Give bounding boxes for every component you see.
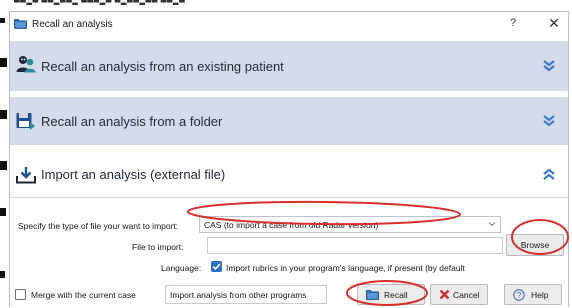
- section-existing-patient[interactable]: Recall an analysis from an existing pati…: [10, 41, 568, 91]
- chevron-double-up-icon[interactable]: [542, 169, 556, 181]
- cancel-button[interactable]: Cancel: [430, 284, 488, 305]
- recall-button[interactable]: Recall: [357, 284, 425, 305]
- file-type-select[interactable]: CAS (to import a case from old Radar ver…: [199, 216, 501, 233]
- file-to-import-field[interactable]: [207, 237, 503, 254]
- title-bar: Recall an analysis ? ✕: [10, 12, 568, 37]
- language-checkbox[interactable]: [211, 261, 222, 272]
- recall-button-label: Recall: [384, 290, 408, 300]
- svg-text:?: ?: [517, 291, 522, 300]
- dialog-title: Recall an analysis: [32, 19, 113, 30]
- chevron-double-down-icon[interactable]: [542, 60, 556, 72]
- help-button-label: Help: [531, 290, 549, 300]
- chevron-down-icon: [488, 222, 496, 227]
- language-label: Language:: [161, 263, 202, 273]
- close-button[interactable]: ✕: [546, 15, 562, 32]
- browse-button[interactable]: Browse: [506, 234, 564, 256]
- recall-analysis-dialog: Recall an analysis ? ✕ Recall an analysi…: [9, 11, 569, 308]
- divider: [10, 197, 568, 198]
- section-from-folder[interactable]: Recall an analysis from a folder: [10, 97, 568, 145]
- comment-field[interactable]: [165, 285, 327, 304]
- cancel-button-label: Cancel: [453, 290, 480, 300]
- background-app-text: ▀▀▄▀ ▀▀▄▀▀▄ ▀▀▀▄▀ ▀▄▀▀▄▀▀ ▀▀▄▀: [14, 0, 186, 5]
- folder-icon: [366, 290, 379, 300]
- file-to-import-label: File to import:: [132, 242, 184, 252]
- import-tray-icon: [16, 167, 36, 184]
- help-button[interactable]: ? Help: [504, 284, 562, 305]
- file-type-value: CAS (to import a case from old Radar ver…: [204, 220, 379, 230]
- language-option-text: Import rubrics in your program's languag…: [226, 263, 465, 273]
- file-type-label: Specify the type of file your want to im…: [18, 221, 179, 231]
- checkmark-icon: [212, 263, 221, 271]
- cancel-x-icon: [439, 289, 450, 300]
- help-circle-icon: ?: [513, 289, 525, 301]
- patients-icon: [16, 56, 36, 73]
- section-label-import-external: Import an analysis (external file): [41, 167, 226, 182]
- section-label-existing-patient: Recall an analysis from an existing pati…: [41, 59, 284, 74]
- chevron-double-down-icon[interactable]: [542, 115, 556, 127]
- import-options-panel: Specify the type of file your want to im…: [10, 197, 568, 308]
- section-import-external[interactable]: Import an analysis (external file): [10, 151, 568, 197]
- merge-label: Merge with the current case: [31, 290, 136, 300]
- folder-icon: [14, 19, 27, 29]
- merge-checkbox[interactable]: [15, 289, 26, 300]
- title-help-button[interactable]: ?: [506, 17, 520, 29]
- section-label-from-folder: Recall an analysis from a folder: [41, 114, 223, 129]
- floppy-save-icon: [16, 113, 35, 130]
